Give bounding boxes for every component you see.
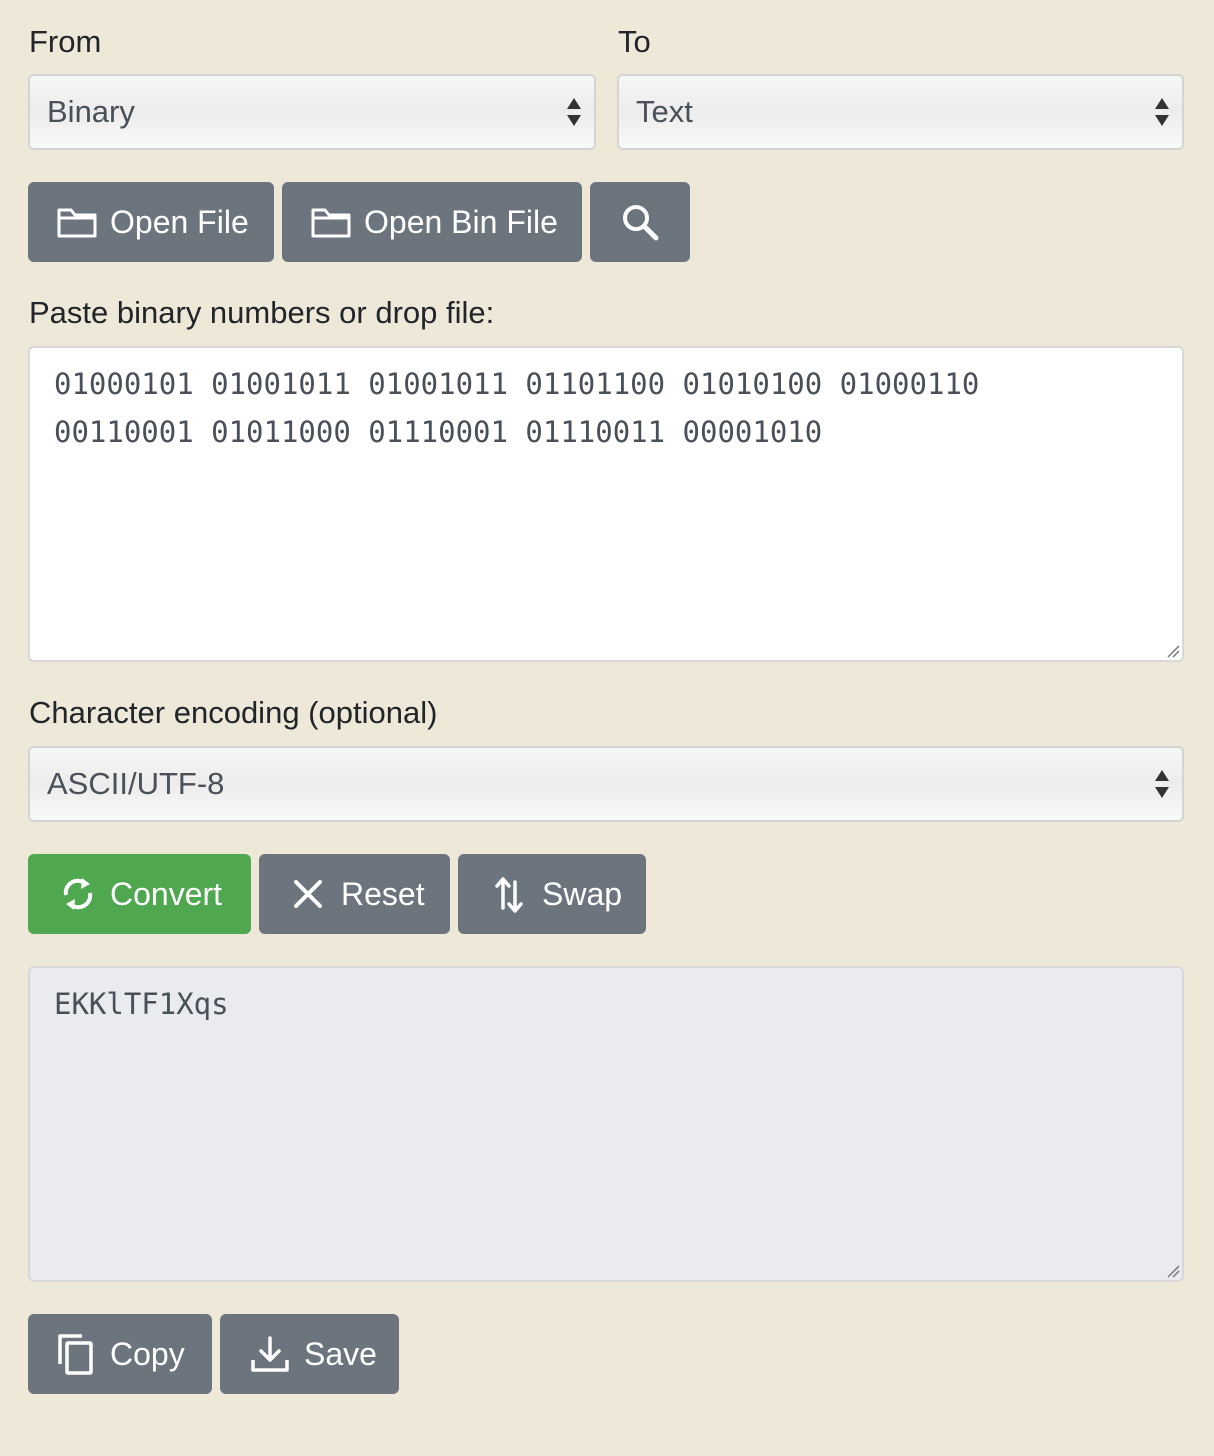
open-file-button[interactable]: Open File (28, 182, 274, 262)
refresh-icon (63, 878, 93, 910)
open-file-label: Open File (110, 203, 249, 240)
save-label: Save (304, 1335, 377, 1372)
input-label: Paste binary numbers or drop file: (29, 295, 495, 330)
search-button[interactable] (590, 182, 690, 262)
select-arrows-icon (1155, 770, 1169, 798)
copy-label: Copy (110, 1335, 185, 1372)
resize-handle-icon[interactable] (1166, 644, 1180, 658)
swap-button[interactable]: Swap (458, 854, 646, 934)
select-arrows-icon (1155, 98, 1169, 126)
convert-label: Convert (110, 875, 223, 912)
from-select[interactable]: Binary (28, 74, 596, 150)
download-icon (251, 1336, 289, 1372)
swap-arrows-icon (495, 877, 523, 913)
open-bin-file-button[interactable]: Open Bin File (282, 182, 582, 262)
save-button[interactable]: Save (220, 1314, 399, 1394)
copy-button[interactable]: Copy (28, 1314, 212, 1394)
from-select-value: Binary (47, 94, 135, 129)
select-arrows-icon (567, 98, 581, 126)
folder-icon (311, 208, 351, 238)
convert-button[interactable]: Convert (28, 854, 251, 934)
search-icon (623, 205, 659, 241)
reset-button[interactable]: Reset (259, 854, 450, 934)
from-to-row: From Binary To Text (28, 0, 1184, 150)
swap-label: Swap (542, 875, 623, 912)
folder-icon (57, 208, 97, 238)
copy-icon (58, 1334, 93, 1375)
encoding-select[interactable]: ASCII/UTF-8 (28, 746, 1184, 822)
close-icon (294, 880, 322, 908)
binary-input[interactable]: 01000101 01001011 01001011 01101100 0101… (28, 346, 1184, 662)
open-bin-file-label: Open Bin File (364, 203, 558, 240)
encoding-label: Character encoding (optional) (29, 695, 438, 730)
reset-label: Reset (341, 875, 425, 912)
from-label: From (29, 24, 102, 59)
converter-form: From Binary To Text Open File Open Bin F… (28, 0, 1184, 1394)
encoding-select-value: ASCII/UTF-8 (47, 766, 225, 801)
to-select[interactable]: Text (617, 74, 1184, 150)
to-label: To (618, 24, 651, 59)
resize-handle-icon[interactable] (1166, 1264, 1180, 1278)
to-select-value: Text (636, 94, 693, 129)
text-output[interactable]: EKKlTF1Xqs (28, 966, 1184, 1282)
